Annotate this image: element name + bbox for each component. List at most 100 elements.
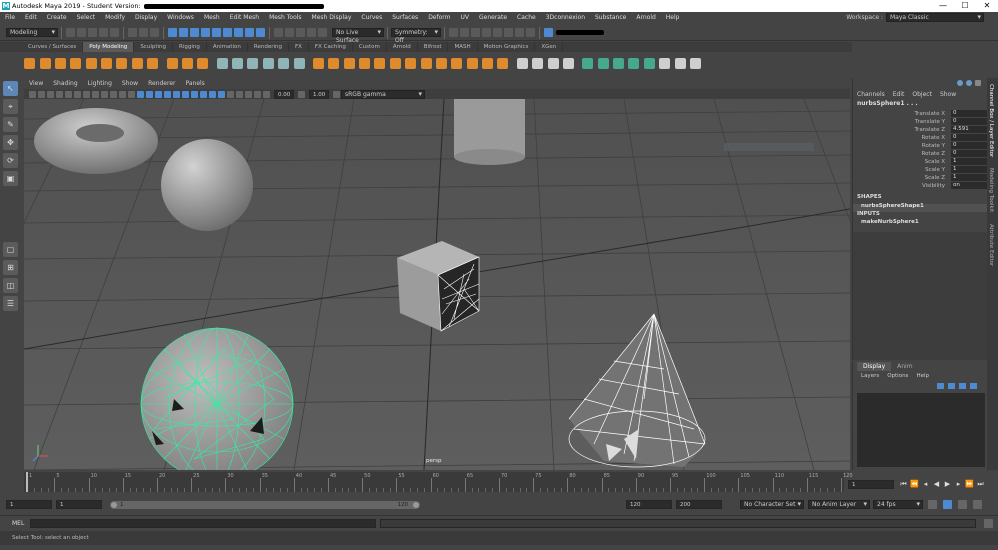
sweep-mesh-icon[interactable] [166, 57, 178, 69]
view-transform-dropdown[interactable]: sRGB gamma [341, 89, 425, 99]
move-layer-up-icon[interactable] [937, 383, 944, 389]
planar-map-icon[interactable] [597, 57, 609, 69]
play-ipr-icon[interactable] [515, 28, 524, 37]
menu-select[interactable]: Select [72, 12, 101, 24]
slide-edge-icon[interactable] [562, 57, 574, 69]
menu-curves[interactable]: Curves [356, 12, 387, 24]
cb-menu-object[interactable]: Object [908, 90, 936, 100]
step-forward-frame-icon[interactable]: ▸ [954, 480, 963, 489]
layer-tab-display[interactable]: Display [857, 362, 892, 371]
anim-layer-dropdown[interactable]: No Anim Layer [808, 500, 870, 509]
menu-mesh-tools[interactable]: Mesh Tools [264, 12, 306, 24]
close-button[interactable]: ✕ [976, 0, 998, 12]
remesh-icon[interactable] [293, 57, 305, 69]
xray-components-icon[interactable] [254, 90, 261, 98]
separate-icon[interactable] [232, 57, 244, 69]
step-forward-key-icon[interactable]: ⏩ [965, 480, 974, 489]
menu-file[interactable]: File [0, 12, 20, 24]
torus-object[interactable] [34, 108, 158, 174]
poly-sphere-icon[interactable] [24, 57, 36, 69]
make-live-icon[interactable] [318, 28, 327, 37]
attr-row-rotate-z[interactable]: Rotate Z0 [853, 150, 987, 158]
cylindrical-map-icon[interactable] [613, 57, 625, 69]
xray-icon[interactable] [236, 90, 243, 98]
play-backward-icon[interactable]: ◀ [932, 480, 941, 489]
shelf-tab-rendering[interactable]: Rendering [248, 42, 289, 52]
shelf-tab-arnold[interactable]: Arnold [387, 42, 418, 52]
current-time-indicator[interactable] [26, 472, 28, 492]
poly-type-icon[interactable] [181, 57, 193, 69]
minimize-button[interactable]: — [932, 0, 954, 12]
extract-icon[interactable] [497, 57, 509, 69]
go-to-start-icon[interactable]: ⏮ [899, 480, 908, 489]
collapse-icon[interactable] [435, 57, 447, 69]
quad-draw-icon[interactable] [547, 57, 559, 69]
exposure-field[interactable]: 0.00 [274, 89, 294, 99]
mask-joints-icon[interactable] [179, 28, 188, 37]
wireframe-icon[interactable] [137, 90, 144, 98]
command-input[interactable] [30, 519, 376, 528]
save-scene-icon[interactable] [88, 28, 97, 37]
motion-blur-icon[interactable] [200, 90, 207, 98]
undo-icon[interactable] [99, 28, 108, 37]
character-set-dropdown[interactable]: No Character Set [740, 500, 804, 509]
xray-joints-icon[interactable] [245, 90, 252, 98]
select-camera-icon[interactable] [29, 90, 36, 98]
shelf-tab-fx-caching[interactable]: FX Caching [309, 42, 353, 52]
animation-end-field[interactable]: 200 [676, 500, 722, 509]
color-management-icon[interactable] [333, 90, 340, 98]
shelf-tab-fx[interactable]: FX [289, 42, 309, 52]
bridge-icon[interactable] [328, 57, 340, 69]
channel-box-settings-icon[interactable] [975, 80, 981, 86]
step-back-key-icon[interactable]: ⏪ [910, 480, 919, 489]
step-back-frame-icon[interactable]: ◂ [921, 480, 930, 489]
attr-row-scale-y[interactable]: Scale Y1 [853, 166, 987, 174]
ipr-render-icon[interactable] [471, 28, 480, 37]
poly-plane-icon[interactable] [101, 57, 113, 69]
combine-icon[interactable] [216, 57, 228, 69]
loop-icon[interactable] [928, 500, 937, 509]
scale-tool-icon[interactable]: ▣ [3, 171, 18, 186]
menu-uv[interactable]: UV [456, 12, 475, 24]
snap-view-plane-icon[interactable] [307, 28, 316, 37]
menu-help[interactable]: Help [661, 12, 685, 24]
attr-row-translate-z[interactable]: Translate Z 4.591 [853, 126, 987, 134]
shelf-tab-custom[interactable]: Custom [353, 42, 387, 52]
gamma-field[interactable]: 1.00 [309, 89, 329, 99]
attr-row-visibility[interactable]: Visibility on [853, 182, 987, 190]
select-tool-icon[interactable]: ↖ [3, 81, 18, 96]
mirror-icon[interactable] [278, 57, 290, 69]
menu-cache[interactable]: Cache [512, 12, 541, 24]
channel-box-attribute-icon[interactable] [957, 80, 963, 86]
cylinder-object[interactable] [454, 99, 525, 165]
input-node-item[interactable]: makeNurbSphere1 [861, 219, 919, 225]
cut-uv-icon[interactable] [674, 57, 686, 69]
shelf-tab-motion-graphics[interactable]: Motion Graphics [478, 42, 536, 52]
pause-ipr-icon[interactable] [526, 28, 535, 37]
range-end-handle[interactable] [413, 502, 419, 508]
textured-icon[interactable] [164, 90, 171, 98]
menu-mesh-display[interactable]: Mesh Display [307, 12, 357, 24]
panel-menu-renderer[interactable]: Renderer [143, 79, 180, 89]
playback-start-field[interactable]: 1 [56, 500, 102, 509]
attr-row-scale-z[interactable]: Scale Z1 [853, 174, 987, 182]
svg-icon[interactable] [197, 57, 209, 69]
film-gate-icon[interactable] [92, 90, 99, 98]
panel-menu-lighting[interactable]: Lighting [83, 79, 117, 89]
menu-surfaces[interactable]: Surfaces [387, 12, 423, 24]
exposure-icon[interactable] [263, 90, 270, 98]
side-tab-attribute-editor[interactable]: Attribute Editor [988, 224, 994, 266]
shelf-tab-animation[interactable]: Animation [207, 42, 248, 52]
maximize-button[interactable]: ☐ [954, 0, 976, 12]
menu-modify[interactable]: Modify [100, 12, 130, 24]
cb-menu-edit[interactable]: Edit [889, 90, 909, 100]
mask-surfaces-icon[interactable] [201, 28, 210, 37]
smooth-icon[interactable] [247, 57, 259, 69]
anim-preferences-icon[interactable] [973, 500, 982, 509]
script-editor-icon[interactable] [984, 519, 993, 528]
depth-of-field-icon[interactable] [218, 90, 225, 98]
mask-handles-icon[interactable] [168, 28, 177, 37]
time-slider[interactable]: 1 5 10 15 20 25 30 35 40 45 50 55 60 65 70 75 80 85 90 95 10… [24, 472, 853, 492]
menu-3dconnexion[interactable]: 3Dconnexion [541, 12, 590, 24]
outliner-layout-icon[interactable]: ☰ [3, 296, 18, 311]
